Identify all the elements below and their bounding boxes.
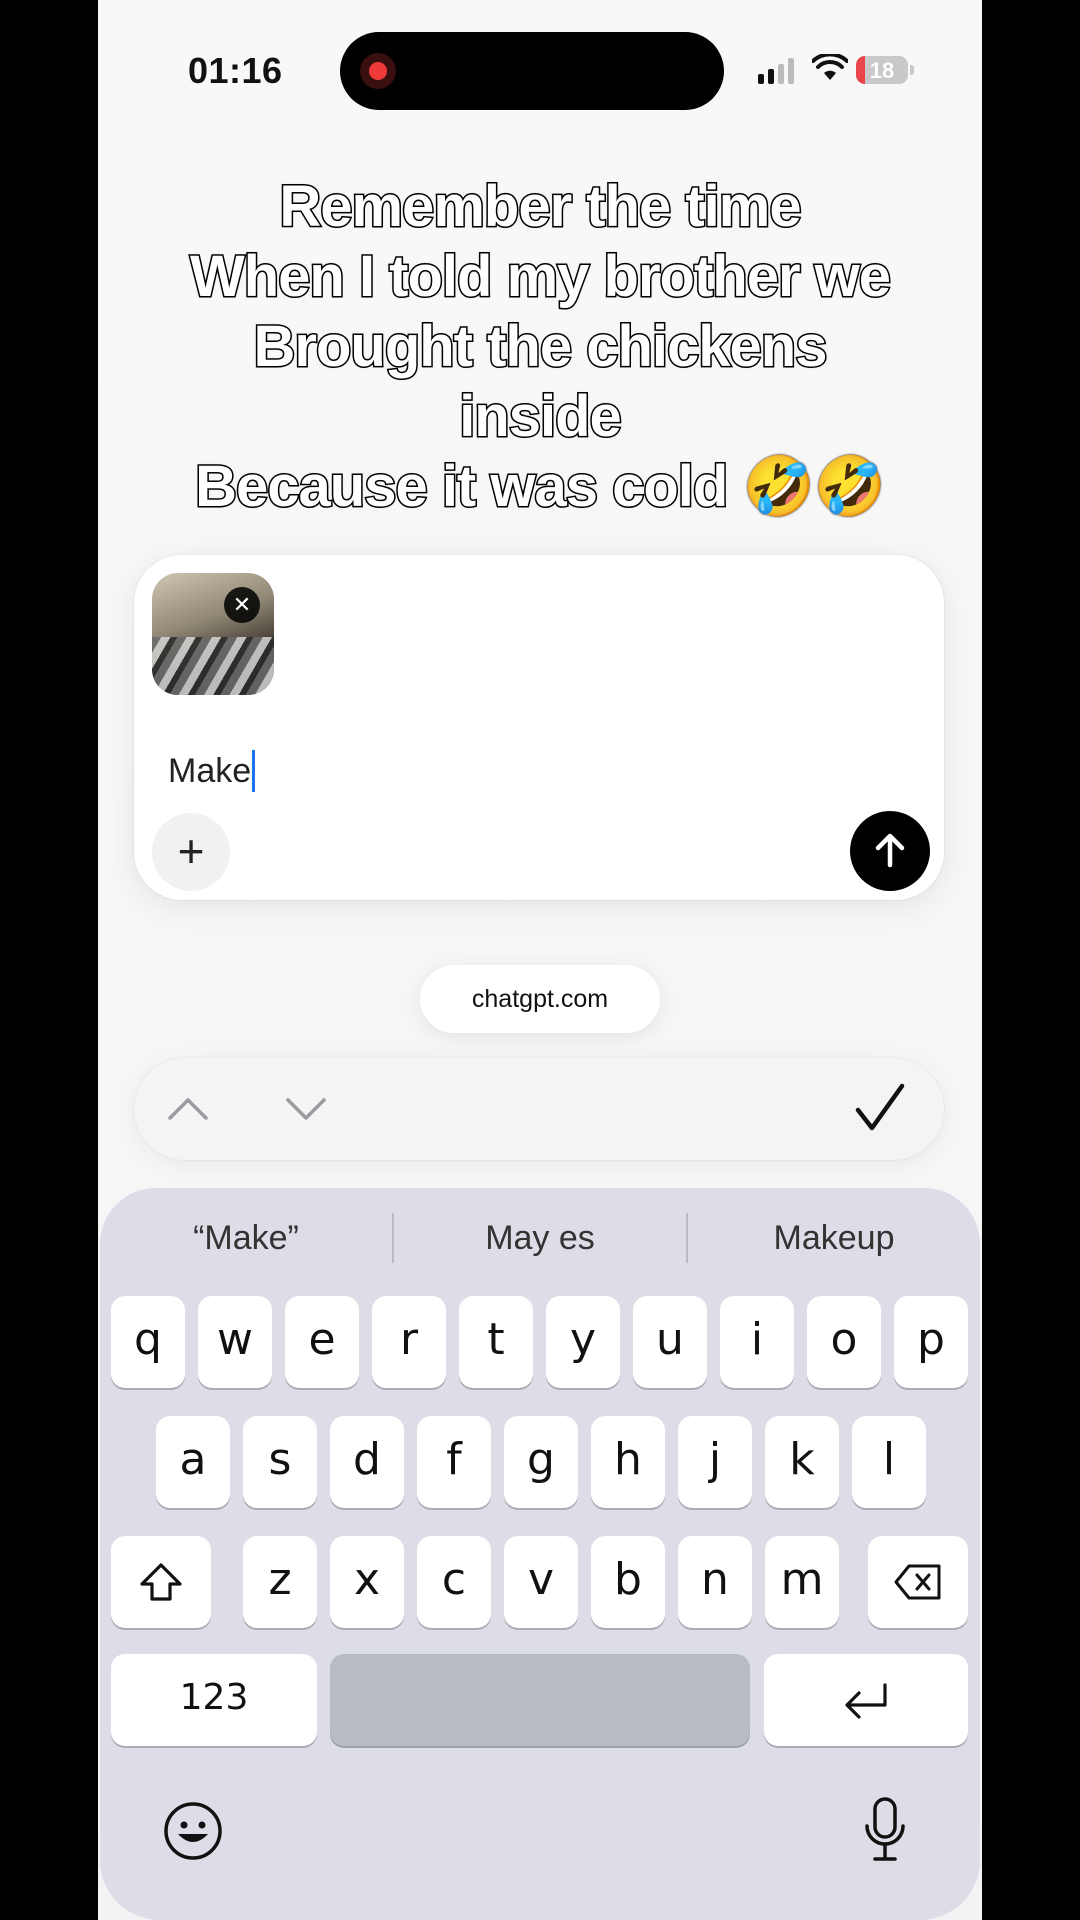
key-d[interactable]: d: [330, 1416, 404, 1508]
prompt-text: Make: [168, 751, 252, 790]
key-o[interactable]: o: [807, 1296, 881, 1388]
key-e[interactable]: e: [285, 1296, 359, 1388]
key-p[interactable]: p: [894, 1296, 968, 1388]
prompt-input[interactable]: Make: [168, 750, 256, 792]
key-r[interactable]: r: [372, 1296, 446, 1388]
key-z[interactable]: z: [243, 1536, 317, 1628]
on-screen-keyboard: “Make” May es Makeup q w e r t y u i o p…: [100, 1188, 980, 1920]
key-c[interactable]: c: [417, 1536, 491, 1628]
suggestion-2[interactable]: May es: [394, 1219, 686, 1258]
key-t[interactable]: t: [459, 1296, 533, 1388]
key-m[interactable]: m: [765, 1536, 839, 1628]
message-composer: ✕ Make +: [134, 555, 944, 900]
key-b[interactable]: b: [591, 1536, 665, 1628]
key-a[interactable]: a: [156, 1416, 230, 1508]
caption-line: inside: [458, 383, 624, 451]
key-k[interactable]: k: [765, 1416, 839, 1508]
chevron-up-icon[interactable]: [164, 1086, 212, 1130]
status-time: 01:16: [188, 50, 283, 91]
video-caption: Remember the time When I told my brother…: [98, 172, 982, 522]
arrow-up-icon: [875, 833, 905, 868]
add-attachment-button[interactable]: +: [152, 813, 230, 891]
key-x[interactable]: x: [330, 1536, 404, 1628]
key-f[interactable]: f: [417, 1416, 491, 1508]
phone-screen: 01:16 18 Remember the time When I told m…: [98, 0, 982, 1920]
url-bar[interactable]: chatgpt.com: [420, 965, 660, 1033]
key-w[interactable]: w: [198, 1296, 272, 1388]
key-j[interactable]: j: [678, 1416, 752, 1508]
key-v[interactable]: v: [504, 1536, 578, 1628]
space-bar[interactable]: [330, 1654, 750, 1746]
suggestion-3[interactable]: Makeup: [688, 1219, 980, 1258]
shift-icon: [140, 1563, 182, 1601]
checkmark-icon[interactable]: [854, 1080, 906, 1136]
battery-cap: [910, 65, 914, 75]
numbers-key[interactable]: 123: [111, 1654, 317, 1746]
key-u[interactable]: u: [633, 1296, 707, 1388]
cellular-signal-icon: [758, 58, 794, 84]
chevron-down-icon[interactable]: [282, 1086, 330, 1130]
key-s[interactable]: s: [243, 1416, 317, 1508]
caption-line: Because it was cold 🤣🤣: [194, 453, 888, 521]
image-attachment-thumbnail[interactable]: ✕: [152, 573, 274, 695]
send-button[interactable]: [850, 811, 930, 891]
emoji-icon[interactable]: [162, 1800, 224, 1862]
dynamic-island: [340, 32, 724, 110]
battery-icon: 18: [856, 56, 908, 84]
keyboard-accessory-bar: [134, 1058, 944, 1160]
attachment-image: [152, 637, 274, 695]
battery-level: 18: [869, 58, 895, 83]
key-l[interactable]: l: [852, 1416, 926, 1508]
key-n[interactable]: n: [678, 1536, 752, 1628]
delete-key[interactable]: [868, 1536, 968, 1628]
wifi-icon: [812, 54, 848, 80]
caption-line: Brought the chickens: [252, 313, 829, 381]
key-y[interactable]: y: [546, 1296, 620, 1388]
return-icon: [845, 1683, 887, 1719]
backspace-icon: [894, 1564, 941, 1600]
return-key[interactable]: [764, 1654, 968, 1746]
predictive-text-bar: “Make” May es Makeup: [100, 1208, 980, 1268]
key-g[interactable]: g: [504, 1416, 578, 1508]
key-h[interactable]: h: [591, 1416, 665, 1508]
microphone-icon[interactable]: [862, 1796, 908, 1864]
suggestion-1[interactable]: “Make”: [100, 1219, 392, 1258]
caption-line: Remember the time: [278, 173, 803, 241]
caption-line: When I told my brother we: [188, 243, 892, 311]
screen-record-icon: [360, 53, 396, 89]
key-q[interactable]: q: [111, 1296, 185, 1388]
key-i[interactable]: i: [720, 1296, 794, 1388]
text-cursor: [252, 750, 256, 792]
remove-attachment-button[interactable]: ✕: [224, 587, 260, 623]
shift-key[interactable]: [111, 1536, 211, 1628]
